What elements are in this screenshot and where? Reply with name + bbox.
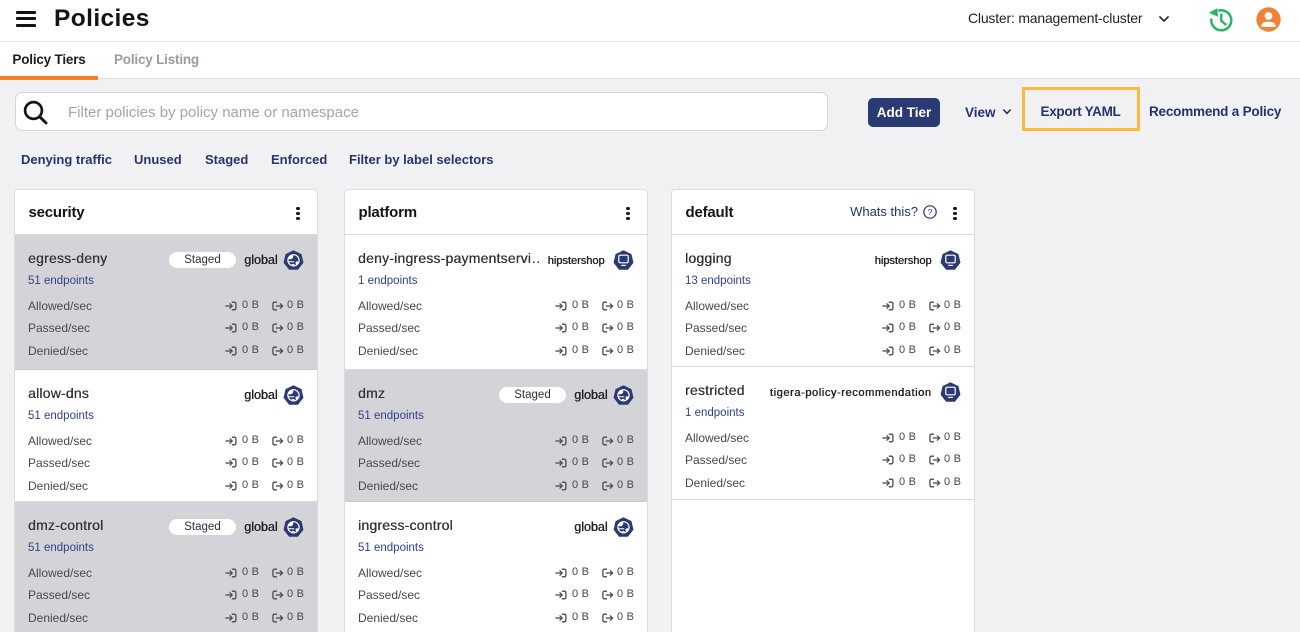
svg-text:?: ? (928, 207, 933, 217)
